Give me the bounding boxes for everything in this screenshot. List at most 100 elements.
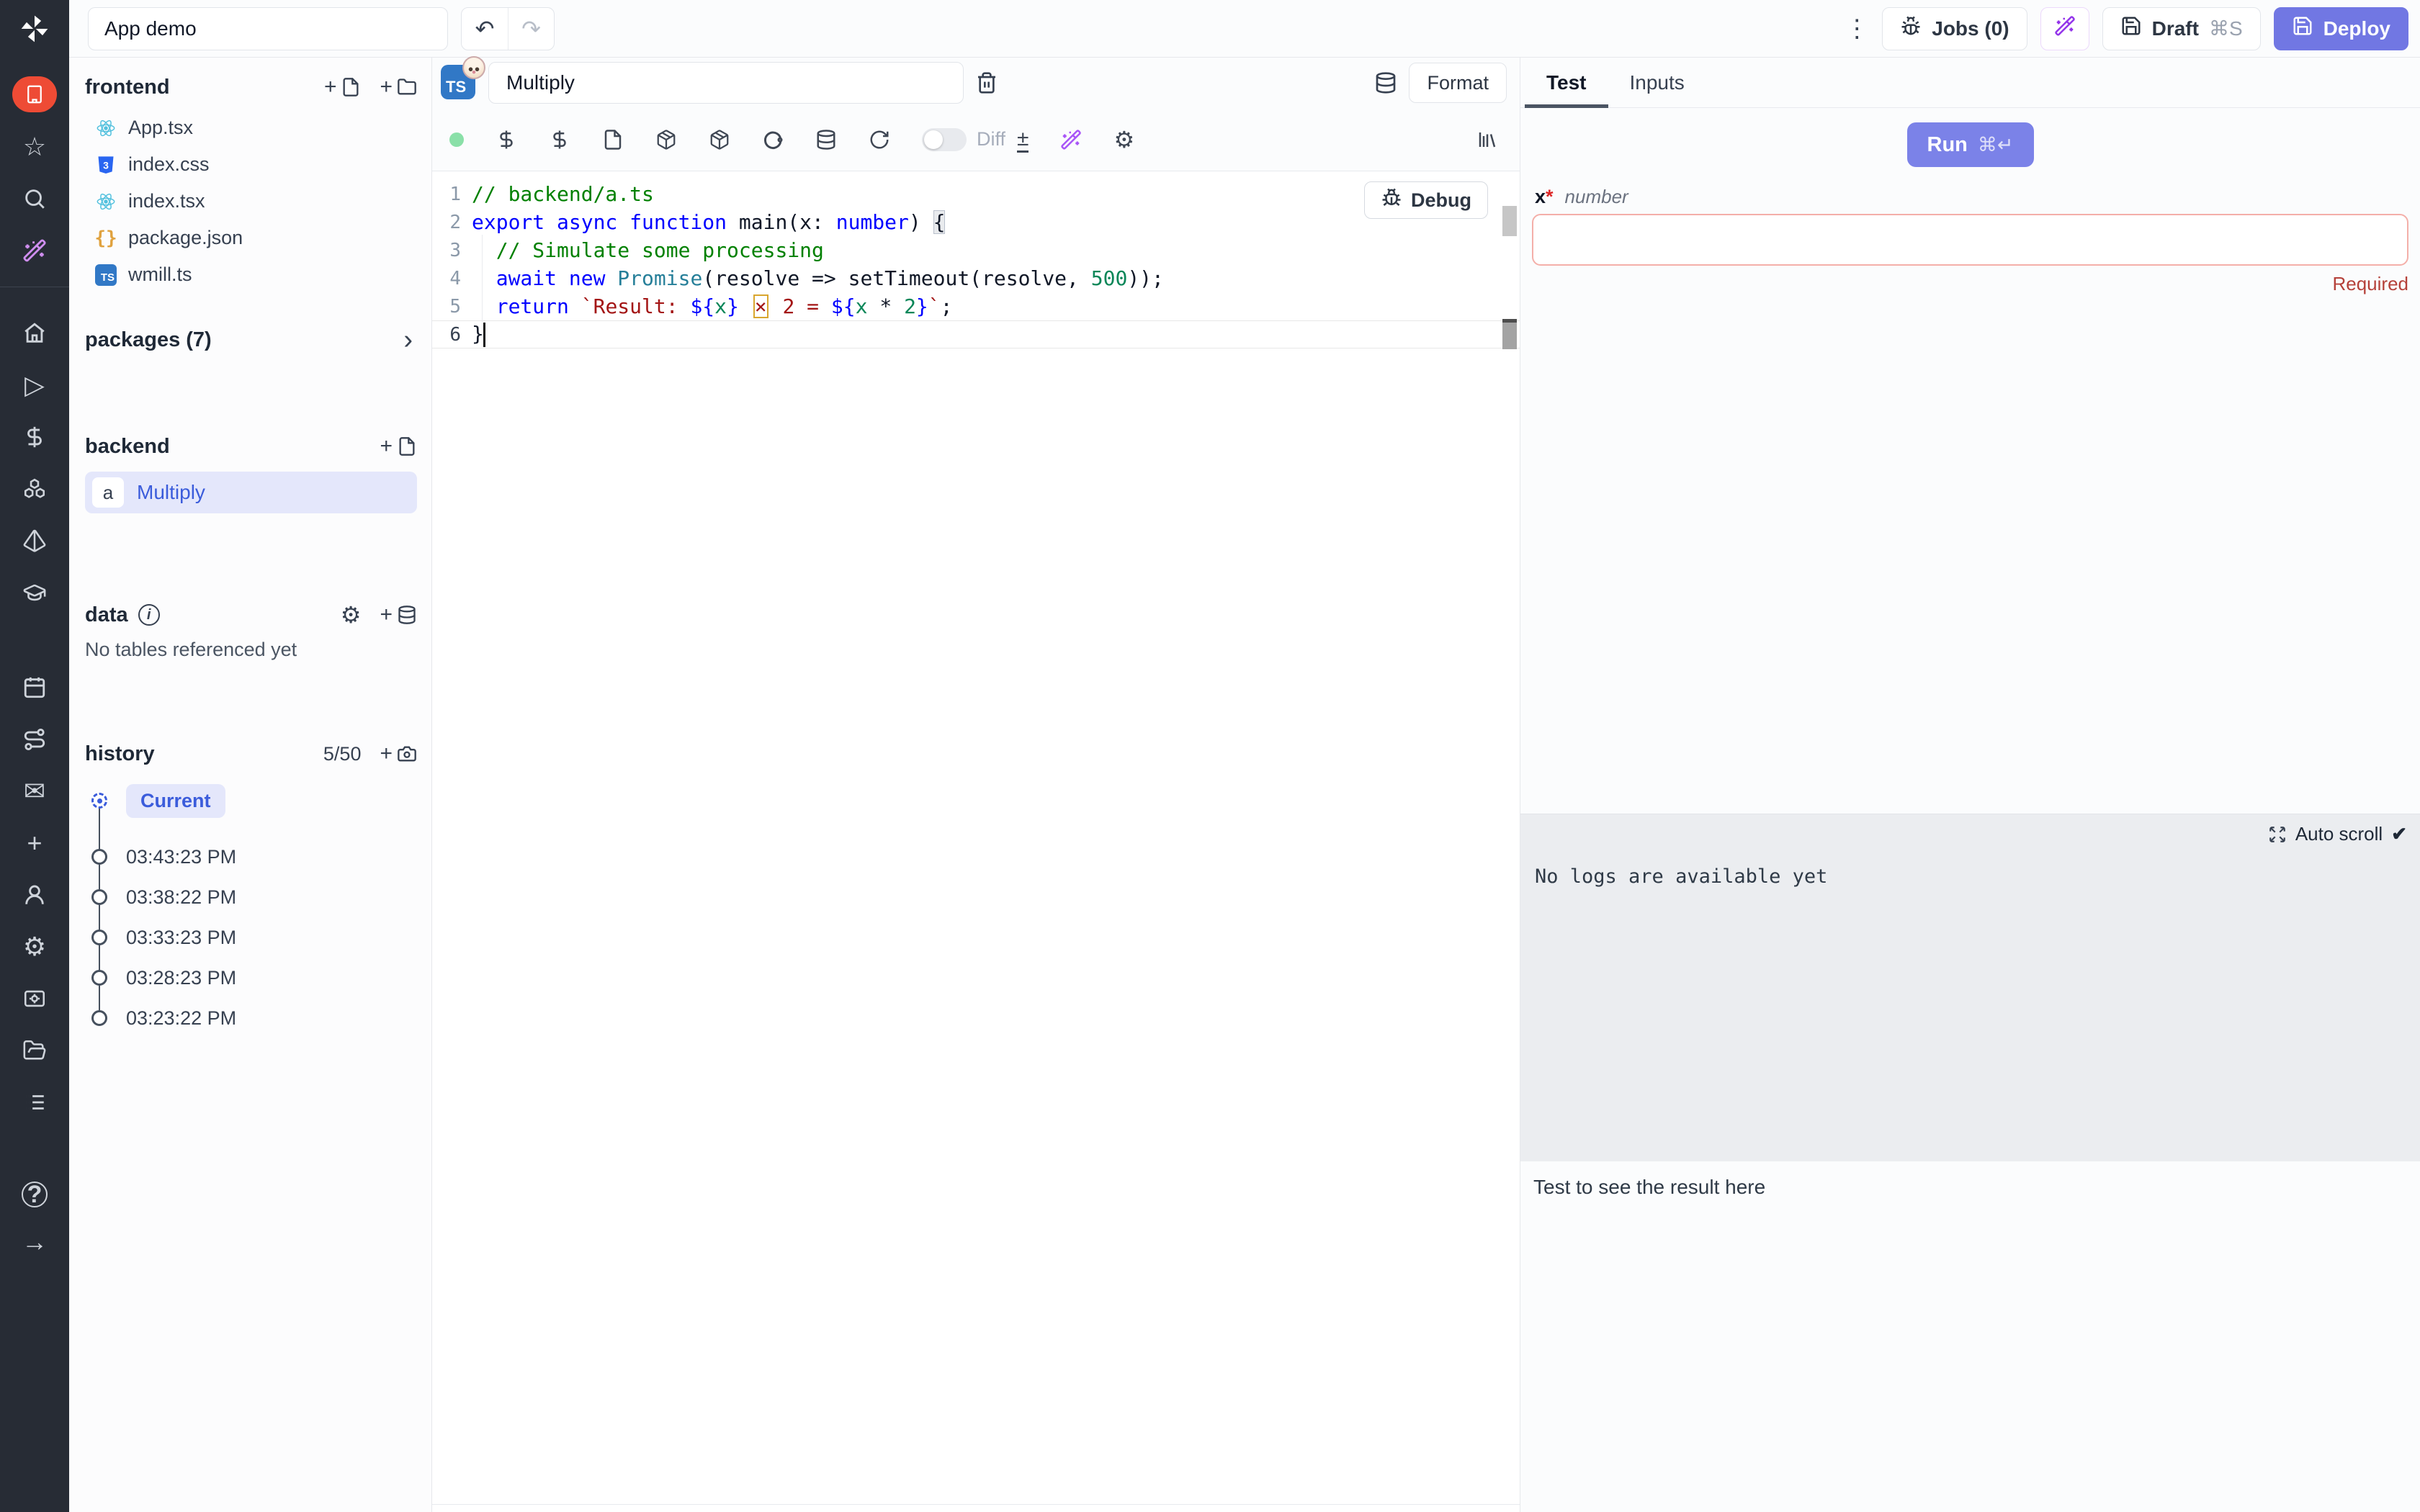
add-file-button[interactable]: + [324,75,362,99]
add-plus-icon[interactable]: + [17,826,52,860]
undo-button[interactable]: ↶ [462,8,508,50]
result-panel: Test to see the result here [1520,1161,2420,1512]
draft-shortcut: ⌘S [2209,17,2243,40]
file-icon[interactable] [602,129,624,150]
library-icon[interactable] [1476,129,1498,150]
ai-wand-icon[interactable] [1060,129,1082,150]
required-asterisk: * [1546,186,1554,207]
code-line[interactable]: 5 return `Result: ${x} × 2 = ${x * 2}`; [432,292,1520,320]
pyramid-icon[interactable] [17,523,52,558]
mail-icon[interactable]: ✉ [17,774,52,809]
code-line[interactable]: 4 await new Promise(resolve => setTimeou… [432,264,1520,292]
history-entry[interactable]: 03:23:22 PM [91,998,417,1038]
add-folder-button[interactable]: + [380,75,417,99]
variables-dollar-icon[interactable] [17,420,52,454]
code-line[interactable]: 6} [432,320,1520,348]
history-marker-icon [91,930,107,945]
history-entry-current[interactable]: Current [91,778,417,824]
search-icon[interactable] [17,181,52,216]
schema-database-icon[interactable] [1374,71,1397,94]
favorites-star-icon[interactable]: ☆ [17,130,52,164]
x-number-input[interactable] [1532,214,2408,266]
plus-minus-icon[interactable]: ± [1017,127,1028,153]
logs-panel: Auto scroll ✔ No logs are available yet [1520,814,2420,1161]
workspace-badge-icon[interactable] [12,76,57,112]
file-row-index-tsx[interactable]: index.tsx [85,183,417,220]
bug-icon [1900,15,1922,42]
jobs-button[interactable]: Jobs (0) [1882,7,2027,50]
file-row-index-css[interactable]: 3 index.css [85,146,417,183]
app-name-input[interactable] [88,7,448,50]
tab-test[interactable]: Test [1525,58,1608,107]
diff-toggle[interactable] [922,128,967,151]
add-backend-script-button[interactable]: + [380,434,417,459]
variables-dollar-icon[interactable] [496,129,517,150]
user-icon[interactable] [17,878,52,912]
flows-route-icon[interactable] [17,722,52,757]
language-badge: TS [441,65,477,101]
script-name-input[interactable] [488,62,964,104]
code-editor[interactable]: Debug 1// backend/a.ts2export async func… [432,171,1520,1512]
result-placeholder-text: Test to see the result here [1533,1176,1765,1198]
jobs-label: Jobs (0) [1932,17,2009,40]
info-icon[interactable]: i [138,604,160,626]
worker-groups-icon[interactable] [17,981,52,1016]
file-row-app-tsx[interactable]: App.tsx [85,109,417,146]
package-icon[interactable] [655,129,677,150]
history-entry[interactable]: 03:38:22 PM [91,877,417,917]
ai-wand-icon[interactable] [17,233,52,268]
home-icon[interactable] [17,316,52,351]
more-menu-kebab-icon[interactable]: ⋮ [1845,14,1869,43]
test-form: Run ⌘↵ x* number Required [1520,108,2420,814]
refresh-icon[interactable] [869,129,890,150]
audit-list-icon[interactable] [17,1085,52,1120]
code-line[interactable]: 2export async function main(x: number) { [432,208,1520,236]
scrollbar-thumb[interactable] [1502,206,1517,236]
expand-logs-icon[interactable] [2268,825,2287,844]
backend-item-multiply[interactable]: a Multiply [85,472,417,513]
backend-title: backend [85,435,170,459]
packages-section-row[interactable]: packages (7) › [85,326,417,354]
data-settings-gear-icon[interactable]: ⚙ [341,601,362,629]
format-button[interactable]: Format [1409,63,1507,103]
history-marker-icon [91,1010,107,1026]
history-entry[interactable]: 03:33:23 PM [91,917,417,958]
editor-settings-gear-icon[interactable]: ⚙ [1113,126,1134,153]
history-entry[interactable]: 03:43:23 PM [91,837,417,877]
code-line[interactable]: 1// backend/a.ts [432,180,1520,208]
cache-database-icon[interactable] [815,129,837,150]
schedules-calendar-icon[interactable] [17,670,52,705]
cache-ring-icon[interactable] [762,129,784,150]
resources-cubes-icon[interactable] [17,472,52,506]
bug-icon [1381,187,1402,214]
file-row-package-json[interactable]: {} package.json [85,220,417,256]
draft-save-button[interactable]: Draft ⌘S [2102,7,2261,50]
code-lines[interactable]: 1// backend/a.ts2export async function m… [432,180,1520,348]
add-database-button[interactable]: + [380,603,417,627]
folders-icon[interactable] [17,1033,52,1068]
file-row-wmill-ts[interactable]: TS wmill.ts [85,256,417,293]
history-entry[interactable]: 03:28:23 PM [91,958,417,998]
run-button[interactable]: Run ⌘↵ [1907,122,2034,167]
code-line[interactable]: 3 // Simulate some processing [432,236,1520,264]
autoscroll-check-icon[interactable]: ✔ [2391,823,2407,845]
diff-label: Diff [977,128,1005,150]
windmill-logo-icon[interactable] [17,12,52,46]
resources-dollar-icon[interactable] [549,129,570,150]
history-marker-icon [91,849,107,865]
deploy-button[interactable]: Deploy [2274,7,2408,50]
settings-gear-icon[interactable]: ⚙ [17,930,52,964]
tab-inputs[interactable]: Inputs [1608,58,1706,107]
ai-assistant-button[interactable] [2040,7,2089,50]
topbar: ↶ ↷ ⋮ Jobs (0) Draft ⌘S Deploy [69,0,2420,58]
package-icon-2[interactable] [709,129,730,150]
graduation-cap-icon[interactable] [17,575,52,610]
help-icon[interactable]: ? [22,1182,48,1207]
delete-script-trash-icon[interactable] [975,71,998,94]
redo-button[interactable]: ↷ [508,8,554,50]
expand-rail-arrow-icon[interactable]: → [17,1225,52,1259]
debug-button[interactable]: Debug [1364,181,1488,219]
editor-scrollbar[interactable] [1500,171,1520,1512]
runs-play-icon[interactable]: ▷ [17,368,52,402]
add-snapshot-button[interactable]: + [380,742,417,766]
